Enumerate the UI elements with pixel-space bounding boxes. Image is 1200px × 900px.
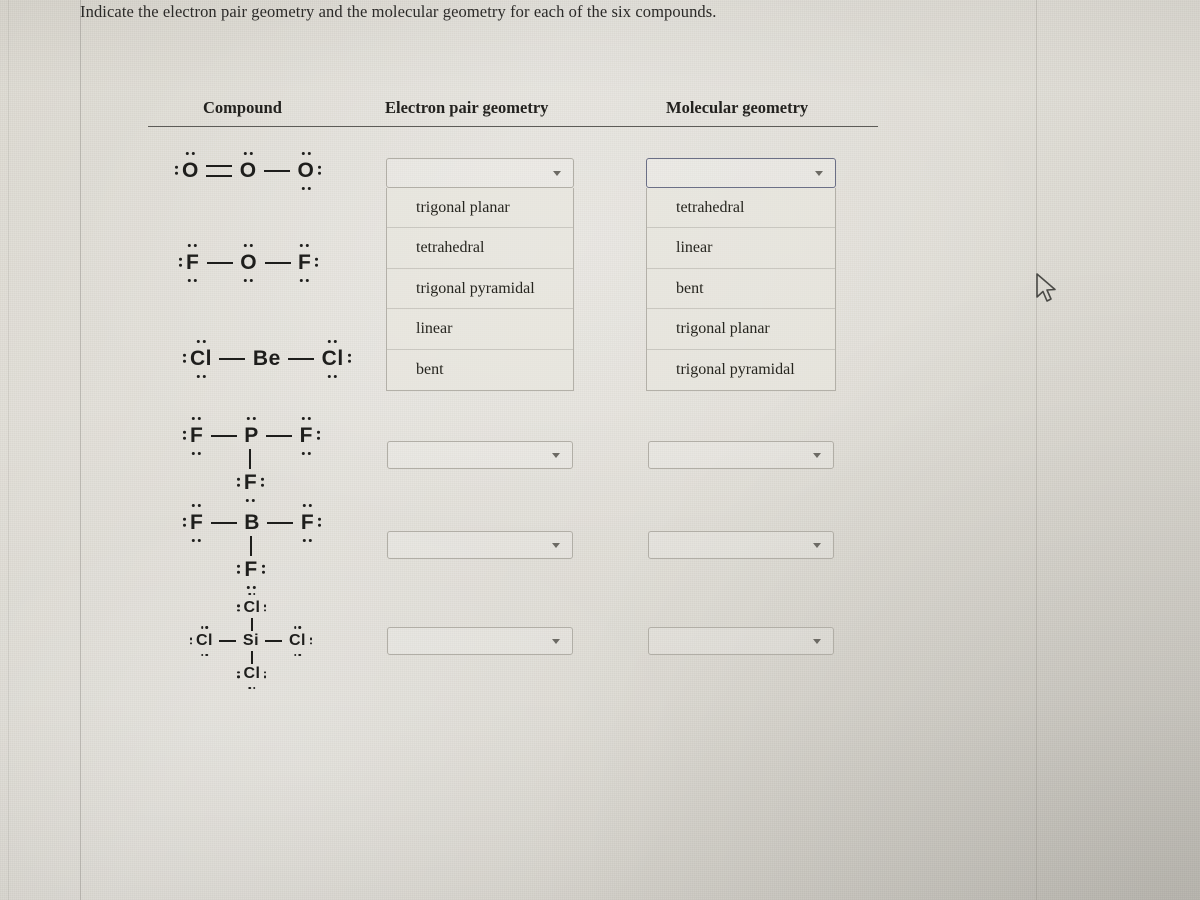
select-molecular-geometry-row-5[interactable] (648, 531, 834, 559)
column-header-molecular-geometry: Molecular geometry (666, 98, 809, 117)
bond-single (219, 640, 237, 643)
option-item[interactable]: bent (387, 350, 573, 390)
atom-label-f: F (179, 244, 199, 282)
atom-label-o: O (240, 152, 257, 181)
lewis-structure-oxygen-difluoride: F O F (179, 244, 319, 282)
atom-label-f: F (183, 504, 203, 542)
column-header-electron-pair-geometry: Electron pair geometry (385, 98, 549, 117)
bond-single-vertical (250, 618, 253, 632)
lewis-structure-ozone: O O O (175, 152, 322, 190)
lewis-structure-boron-trifluoride: F B F F (183, 504, 322, 589)
bond-single (267, 521, 294, 524)
table-header: Compound Electron pair geometry Molecula… (148, 98, 878, 130)
select-electron-pair-geometry-row-4[interactable] (387, 441, 573, 469)
atom-label-f: F (183, 417, 203, 455)
bond-single (219, 357, 246, 360)
chevron-down-icon (815, 171, 823, 176)
select-electron-pair-geometry-row-6[interactable] (387, 627, 573, 655)
atom-label-cl: Cl (289, 626, 312, 657)
option-item[interactable]: linear (387, 309, 573, 350)
atom-label-p: P (244, 417, 259, 446)
select-molecular-geometry-row-6[interactable] (648, 627, 834, 655)
option-item[interactable]: bent (647, 269, 835, 310)
atom-label-cl: Cl (237, 593, 267, 616)
option-item[interactable]: trigonal pyramidal (647, 350, 835, 390)
option-item[interactable]: trigonal planar (647, 309, 835, 350)
select-molecular-geometry-row-1[interactable] (646, 158, 836, 188)
lewis-structure-silicon-tetrachloride: Cl Cl Si Cl Cl (190, 593, 312, 690)
atom-label-si: Si (242, 632, 260, 650)
atom-label-o: O (298, 152, 322, 190)
atom-label-o: O (175, 152, 199, 181)
lewis-structure-beryllium-chloride: Cl Be Cl (183, 340, 351, 378)
bond-single (210, 434, 237, 437)
option-item[interactable]: tetrahedral (387, 228, 573, 269)
chevron-down-icon (813, 639, 821, 644)
atom-label-f: F (236, 472, 265, 502)
atom-label-f: F (237, 559, 265, 589)
atom-label-f: F (298, 244, 319, 282)
question-prompt: Indicate the electron pair geometry and … (80, 2, 717, 21)
select-electron-pair-geometry-row-5[interactable] (387, 531, 573, 559)
bond-double (206, 164, 233, 177)
lewis-structure-phosphorus-trifluoride: F P F F (183, 417, 320, 502)
option-list-molecular-geometry[interactable]: tetrahedral linear bent trigonal planar … (646, 188, 836, 391)
bond-single (206, 261, 233, 264)
bond-single (210, 521, 237, 524)
option-item[interactable]: trigonal planar (387, 188, 573, 229)
bond-single-vertical (249, 449, 252, 469)
chevron-down-icon (552, 453, 560, 458)
atom-label-cl: Cl (322, 340, 351, 378)
atom-label-cl: Cl (183, 340, 212, 378)
atom-label-be: Be (252, 347, 281, 370)
chevron-down-icon (553, 171, 561, 176)
bond-single (264, 261, 291, 264)
atom-label-b: B (244, 511, 260, 534)
bond-single (266, 434, 293, 437)
option-item[interactable]: trigonal pyramidal (387, 269, 573, 310)
select-electron-pair-geometry-row-1[interactable] (386, 158, 574, 188)
bond-single (288, 357, 315, 360)
column-header-compound: Compound (203, 98, 282, 117)
bond-single (264, 169, 291, 172)
atom-label-f: F (301, 504, 322, 542)
bond-single-vertical (250, 536, 253, 556)
option-item[interactable]: linear (647, 228, 835, 269)
chevron-down-icon (552, 639, 560, 644)
atom-label-cl: Cl (190, 626, 213, 657)
select-molecular-geometry-row-4[interactable] (648, 441, 834, 469)
mouse-pointer-arrow-icon (1034, 272, 1060, 306)
chevron-down-icon (552, 543, 560, 548)
option-list-electron-pair-geometry[interactable]: trigonal planar tetrahedral trigonal pyr… (386, 188, 574, 391)
chevron-down-icon (813, 543, 821, 548)
bond-single-vertical (250, 651, 253, 665)
chevron-down-icon (813, 453, 821, 458)
atom-label-o: O (240, 244, 257, 282)
bond-single (265, 640, 283, 643)
atom-label-cl: Cl (237, 666, 267, 690)
table-header-rule (148, 126, 878, 127)
option-item[interactable]: tetrahedral (647, 188, 835, 229)
atom-label-f: F (300, 417, 320, 455)
